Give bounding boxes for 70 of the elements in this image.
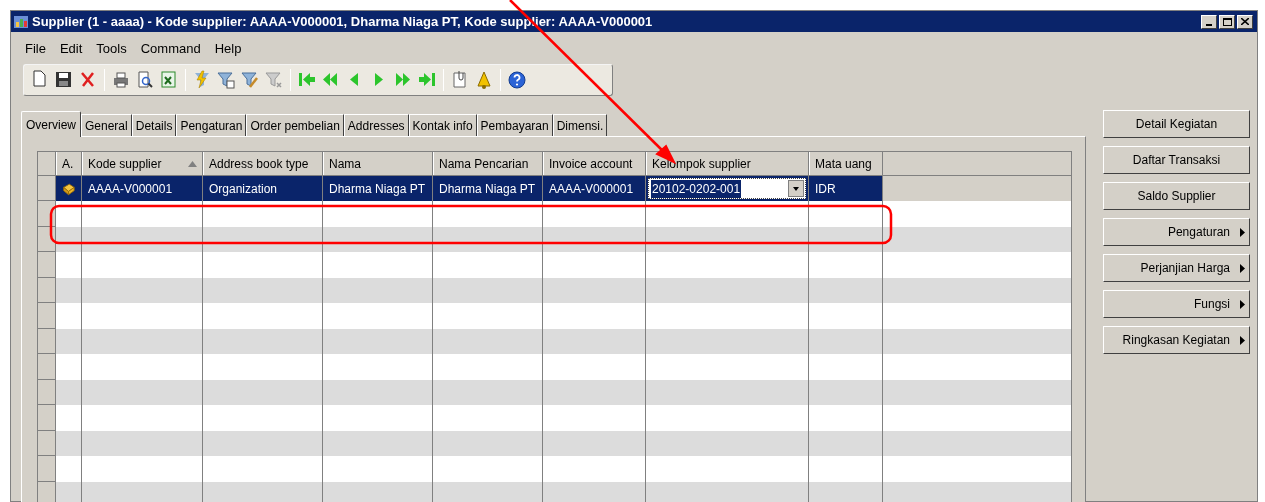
- filter-remove-icon[interactable]: [264, 70, 284, 90]
- tab[interactable]: Order pembelian: [246, 114, 344, 136]
- row-selector[interactable]: [38, 328, 56, 354]
- side-button[interactable]: Ringkasan Kegiatan: [1103, 326, 1250, 354]
- tab[interactable]: Kontak info: [408, 114, 477, 136]
- tab[interactable]: Pengaturan: [176, 114, 247, 136]
- save-icon[interactable]: [54, 70, 74, 90]
- column-header[interactable]: Invoice account: [543, 152, 646, 175]
- column-header[interactable]: Nama: [323, 152, 433, 175]
- minimize-button[interactable]: [1201, 14, 1217, 29]
- column-header[interactable]: A.: [56, 152, 82, 175]
- row-selector[interactable]: [38, 303, 56, 329]
- table-cell-text: Dharma Niaga PT: [439, 180, 536, 198]
- tab[interactable]: Addresses: [343, 114, 409, 136]
- close-icon: [1241, 18, 1249, 25]
- print-icon[interactable]: [111, 70, 131, 90]
- table-cell-text: IDR: [815, 180, 836, 198]
- lightning-filter-icon[interactable]: [192, 70, 212, 90]
- submenu-arrow-icon: [1240, 227, 1245, 237]
- side-button[interactable]: Daftar Transaksi: [1103, 146, 1250, 174]
- row-selector[interactable]: [38, 201, 56, 227]
- table-cell-text: Organization: [209, 180, 278, 198]
- table-cell-text: AAAA-V000001: [88, 180, 173, 198]
- tab[interactable]: Details: [131, 114, 177, 136]
- row-selector[interactable]: [38, 277, 56, 303]
- row-selector[interactable]: [38, 252, 56, 278]
- menu-item[interactable]: Edit: [59, 39, 83, 59]
- tab[interactable]: General: [81, 114, 132, 136]
- side-button[interactable]: Saldo Supplier: [1103, 182, 1250, 210]
- combo-box[interactable]: 20102-0202-001: [648, 178, 806, 199]
- side-button[interactable]: Pengaturan: [1103, 218, 1250, 246]
- row-selector[interactable]: [38, 430, 56, 456]
- side-button[interactable]: Fungsi: [1103, 290, 1250, 318]
- maximize-icon: [1222, 17, 1232, 26]
- row-selector[interactable]: [38, 456, 56, 482]
- menu-item[interactable]: Help: [214, 39, 242, 59]
- table-cell-text: AAAA-V000001: [549, 180, 634, 198]
- tab[interactable]: Pembayaran: [476, 114, 553, 136]
- app-icon: [13, 13, 29, 30]
- alarm-bell-icon[interactable]: [474, 70, 494, 90]
- row-selector[interactable]: [38, 379, 56, 405]
- close-button[interactable]: [1237, 14, 1253, 29]
- menu-item[interactable]: File: [25, 39, 46, 59]
- filter-edit-icon[interactable]: [240, 70, 260, 90]
- row-selector[interactable]: [38, 481, 56, 502]
- row-selector[interactable]: [38, 354, 56, 380]
- address-book-icon: [62, 180, 75, 197]
- table-cell-text: Dharma Niaga PT: [329, 180, 426, 198]
- submenu-arrow-icon: [1240, 299, 1245, 309]
- table-row[interactable]: AAAA-V000001 Organization Dharma Niaga PT Dharma Niaga PT AAAA-V000001 20102-0202-001 IDR: [56, 176, 883, 201]
- column-header[interactable]: Address book type: [203, 152, 323, 175]
- row-selector[interactable]: [38, 176, 56, 201]
- side-button[interactable]: Detail Kegiatan: [1103, 110, 1250, 138]
- menu-item[interactable]: Tools: [96, 39, 127, 59]
- submenu-arrow-icon: [1240, 335, 1245, 345]
- tab[interactable]: Overview: [21, 111, 81, 137]
- column-header[interactable]: Kode supplier: [82, 152, 203, 175]
- column-header[interactable]: Nama Pencarian: [433, 152, 543, 175]
- submenu-arrow-icon: [1240, 263, 1245, 273]
- spreadsheet-icon[interactable]: [159, 70, 179, 90]
- print-preview-icon[interactable]: [135, 70, 155, 90]
- help-icon[interactable]: [507, 70, 527, 90]
- column-header[interactable]: Mata uang: [809, 152, 883, 175]
- maximize-button[interactable]: [1219, 14, 1235, 29]
- filter-grid-icon[interactable]: [216, 70, 236, 90]
- minimize-icon: [1206, 23, 1212, 26]
- menu-item[interactable]: Command: [140, 39, 201, 59]
- side-button[interactable]: Perjanjian Harga: [1103, 254, 1250, 282]
- row-selector[interactable]: [38, 405, 56, 431]
- tab[interactable]: Dimensi.: [552, 114, 608, 136]
